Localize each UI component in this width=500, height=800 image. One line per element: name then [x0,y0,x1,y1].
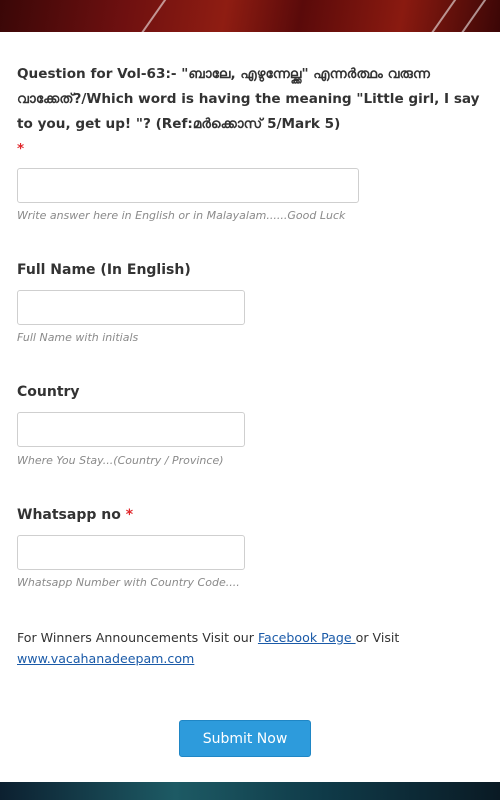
country-label: Country [17,384,80,400]
full-name-hint: Full Name with initials [17,331,139,344]
facebook-page-link[interactable]: Facebook Page [258,630,356,645]
question-label: Question for Vol-63:- "ബാലേ, എഴുന്നേല്ക്… [17,62,485,162]
banner-streak [417,0,465,32]
whatsapp-input[interactable] [17,535,245,570]
question-text: Question for Vol-63:- "ബാലേ, എഴുന്നേല്ക്… [17,66,480,132]
required-marker: * [17,141,25,157]
country-input[interactable] [17,412,245,447]
whatsapp-hint: Whatsapp Number with Country Code.... [17,576,240,589]
quiz-form: Question for Vol-63:- "ബാലേ, എഴുന്നേല്ക്… [17,62,485,162]
whatsapp-label: Whatsapp no * [17,507,133,523]
country-hint: Where You Stay...(Country / Province) [17,454,224,467]
info-prefix: For Winners Announcements Visit our [17,630,258,645]
submit-button[interactable]: Submit Now [179,720,311,757]
header-banner [0,0,500,32]
full-name-input[interactable] [17,290,245,325]
banner-streak [127,0,175,32]
full-name-label: Full Name (In English) [17,262,191,278]
website-link[interactable]: www.vacahanadeepam.com [17,651,194,666]
required-marker: * [125,507,134,523]
winners-info: For Winners Announcements Visit our Face… [17,627,477,669]
banner-streak [447,0,495,32]
whatsapp-label-text: Whatsapp no [17,507,121,523]
info-middle: or Visit [355,630,400,645]
answer-hint: Write answer here in English or in Malay… [17,209,346,222]
winners-info-text: For Winners Announcements Visit our Face… [17,627,477,669]
footer-banner [0,782,500,800]
answer-input[interactable] [17,168,359,203]
